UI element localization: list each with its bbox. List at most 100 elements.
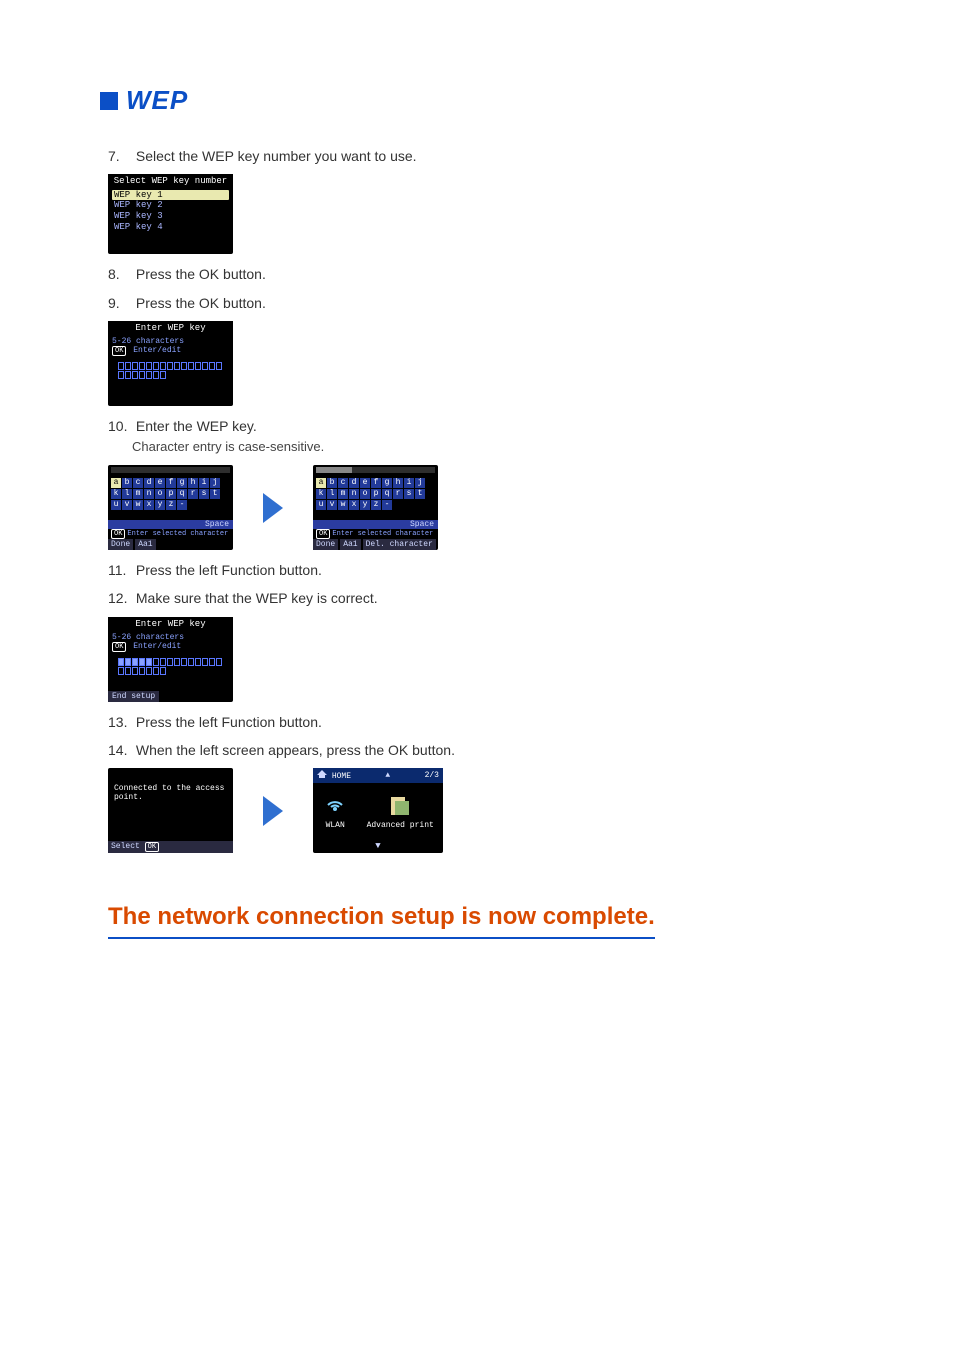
step-number: 7.	[108, 146, 132, 166]
key: x	[144, 500, 154, 510]
key: e	[155, 478, 165, 488]
ok-badge-icon: OK	[316, 529, 330, 539]
steps-list: 7. Select the WEP key number you want to…	[108, 146, 854, 939]
keyboard-progression-row: abcdefghij klmnopqrst uvwxyz- Space OKEn…	[108, 465, 854, 550]
key: z	[371, 500, 381, 510]
lcd-help-line: 5-26 characters	[112, 633, 229, 642]
select-label: Select	[111, 842, 140, 851]
step-text: Press the OK button.	[136, 295, 266, 311]
key: u	[316, 500, 326, 510]
wep-key-option: WEP key 2	[112, 200, 229, 211]
step-7: 7. Select the WEP key number you want to…	[108, 146, 854, 166]
lcd-keyboard-before: abcdefghij klmnopqrst uvwxyz- Space OKEn…	[108, 465, 233, 550]
key: k	[316, 489, 326, 499]
key: j	[415, 478, 425, 488]
step-text: When the left screen appears, press the …	[136, 742, 455, 758]
key: i	[199, 478, 209, 488]
step-12: 12. Make sure that the WEP key is correc…	[108, 588, 854, 608]
step-text: Press the left Function button.	[136, 562, 322, 578]
key: -	[177, 500, 187, 510]
mode-button-label: Aa1	[340, 539, 360, 550]
key: r	[188, 489, 198, 499]
key: j	[210, 478, 220, 488]
key: d	[144, 478, 154, 488]
step-number: 14.	[108, 740, 132, 760]
key: o	[360, 489, 370, 499]
key: u	[111, 500, 121, 510]
space-key: Space	[313, 520, 438, 529]
step-number: 8.	[108, 264, 132, 284]
input-bar-empty	[111, 467, 230, 473]
down-triangle-icon: ▼	[313, 841, 443, 851]
entry-field	[112, 362, 229, 379]
key: y	[155, 500, 165, 510]
wep-key-option: WEP key 4	[112, 222, 229, 233]
input-bar-filled	[316, 467, 435, 473]
key: l	[122, 489, 132, 499]
step-10: 10. Enter the WEP key. Character entry i…	[108, 416, 854, 457]
key: m	[338, 489, 348, 499]
advanced-print-tile: Advanced print	[367, 793, 434, 830]
section-heading: WEP	[126, 85, 188, 116]
key: b	[122, 478, 132, 488]
key: r	[393, 489, 403, 499]
wep-key-option-selected: WEP key 1	[112, 190, 229, 200]
key: w	[338, 500, 348, 510]
lcd-title: Enter WEP key	[108, 617, 233, 631]
key: t	[415, 489, 425, 499]
wlan-label: WLAN	[322, 821, 348, 830]
step-text: Enter the WEP key.	[136, 418, 257, 434]
onscreen-keyboard: abcdefghij klmnopqrst uvwxyz-	[313, 475, 438, 513]
lcd-connected: Connected to the access point. Select OK	[108, 768, 233, 853]
section-heading-row: WEP	[100, 85, 854, 116]
key: q	[382, 489, 392, 499]
kbd-help: Enter selected character	[332, 530, 433, 538]
key: f	[371, 478, 381, 488]
step-number: 9.	[108, 293, 132, 313]
key: f	[166, 478, 176, 488]
delete-button-label: Del. character	[363, 539, 436, 550]
key: a	[316, 478, 326, 488]
home-label: HOME	[332, 772, 351, 781]
step-number: 10.	[108, 416, 132, 436]
lcd-help-line: 5-26 characters	[112, 337, 229, 346]
ok-badge-icon: OK	[112, 346, 126, 356]
step-9: 9. Press the OK button.	[108, 293, 854, 313]
wep-key-option: WEP key 3	[112, 211, 229, 222]
ok-badge-icon: OK	[145, 842, 159, 852]
key: s	[199, 489, 209, 499]
key: o	[155, 489, 165, 499]
kbd-help: Enter selected character	[127, 530, 228, 538]
step-number: 11.	[108, 560, 132, 580]
key: h	[188, 478, 198, 488]
step-8: 8. Press the OK button.	[108, 264, 854, 284]
space-key: Space	[108, 520, 233, 529]
connected-message: Connected to the access point.	[108, 768, 233, 818]
step-text: Make sure that the WEP key is correct.	[136, 590, 378, 606]
page: WEP 7. Select the WEP key number you wan…	[0, 0, 954, 1350]
step-14: 14. When the left screen appears, press …	[108, 740, 854, 760]
key: z	[166, 500, 176, 510]
step-text: Press the left Function button.	[136, 714, 322, 730]
done-button-label: Done	[313, 539, 338, 550]
step-text: Select the WEP key number you want to us…	[136, 148, 417, 164]
page-indicator: 2/3	[425, 771, 439, 780]
step-13: 13. Press the left Function button.	[108, 712, 854, 732]
ok-badge-icon: OK	[112, 642, 126, 652]
key: y	[360, 500, 370, 510]
key: n	[144, 489, 154, 499]
wlan-icon	[322, 793, 348, 819]
key: w	[133, 500, 143, 510]
lcd-enter-wep-key-empty: Enter WEP key 5-26 characters OK Enter/e…	[108, 321, 233, 406]
key: p	[166, 489, 176, 499]
mode-button-label: Aa1	[135, 539, 155, 550]
key: h	[393, 478, 403, 488]
key: p	[371, 489, 381, 499]
step-number: 12.	[108, 588, 132, 608]
advanced-print-icon	[387, 793, 413, 819]
arrow-right-icon	[263, 493, 283, 523]
lcd-keyboard-after: abcdefghij klmnopqrst uvwxyz- Space OKEn…	[313, 465, 438, 550]
step-subtext: Character entry is case-sensitive.	[132, 438, 854, 457]
key: d	[349, 478, 359, 488]
step-11: 11. Press the left Function button.	[108, 560, 854, 580]
